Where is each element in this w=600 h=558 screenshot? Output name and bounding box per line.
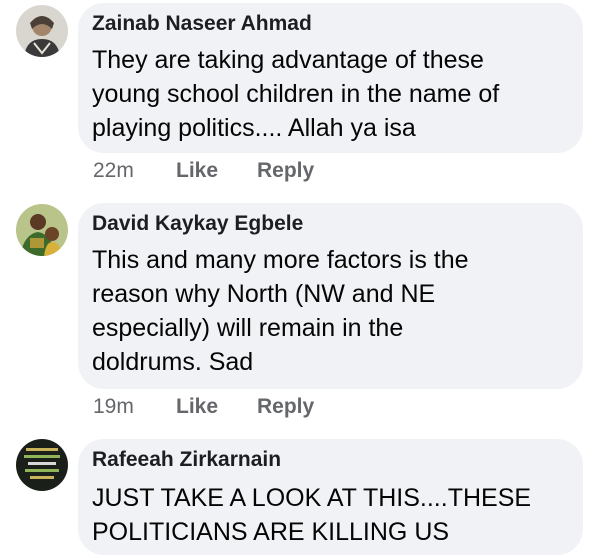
comment-author[interactable]: David Kaykay Egbele xyxy=(92,212,303,236)
comment-text: This and many more factors is the reason… xyxy=(92,246,469,376)
like-button[interactable]: Like xyxy=(176,395,218,419)
comment-text: They are taking advantage of these young… xyxy=(92,46,500,142)
comment-timestamp[interactable]: 22m xyxy=(93,159,134,183)
profile-photo-icon[interactable] xyxy=(16,5,68,57)
comment-bubble: Zainab Naseer Ahmad They are taking adva… xyxy=(78,3,583,153)
profile-photo-icon[interactable] xyxy=(16,439,68,491)
profile-photo-icon[interactable] xyxy=(16,204,68,256)
comment-bubble: David Kaykay Egbele This and many more f… xyxy=(78,203,583,389)
comment-timestamp[interactable]: 19m xyxy=(93,395,134,419)
reply-button[interactable]: Reply xyxy=(257,395,314,419)
like-button[interactable]: Like xyxy=(176,159,218,183)
comment-author[interactable]: Rafeeah Zirkarnain xyxy=(92,448,281,472)
reply-button[interactable]: Reply xyxy=(257,159,314,183)
comment-text: JUST TAKE A LOOK AT THIS....THESE POLITI… xyxy=(92,484,532,546)
comment-author[interactable]: Zainab Naseer Ahmad xyxy=(92,12,312,36)
comment-bubble: Rafeeah Zirkarnain JUST TAKE A LOOK AT T… xyxy=(78,439,583,555)
